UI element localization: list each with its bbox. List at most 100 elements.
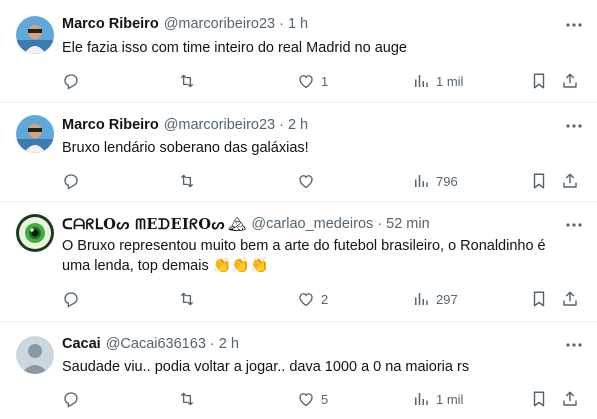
heart-icon bbox=[299, 175, 313, 189]
reply-button[interactable] bbox=[62, 170, 86, 192]
reply-button[interactable] bbox=[62, 70, 86, 92]
display-name[interactable]: Marco Ribeiro bbox=[62, 16, 159, 32]
separator-dot: · bbox=[279, 16, 284, 32]
tweet-actions: 5 1 mil bbox=[0, 388, 597, 410]
username[interactable]: @Cacai636163 bbox=[106, 336, 206, 352]
user-avatar[interactable] bbox=[16, 336, 54, 374]
bookmark-button[interactable] bbox=[531, 288, 547, 310]
bookmark-icon bbox=[533, 291, 545, 307]
reply-icon bbox=[64, 392, 78, 408]
retweet-button[interactable] bbox=[177, 70, 203, 92]
like-button[interactable]: 5 bbox=[297, 388, 328, 410]
view-count: 1 mil bbox=[436, 73, 464, 89]
tweet-actions: 1 1 mil bbox=[0, 70, 597, 92]
bookmark-button[interactable] bbox=[531, 388, 547, 410]
eye-avatar-icon bbox=[16, 214, 54, 252]
retweet-button[interactable] bbox=[177, 288, 203, 310]
share-button[interactable] bbox=[561, 388, 579, 410]
user-avatar[interactable] bbox=[16, 214, 54, 252]
like-button[interactable]: 1 bbox=[297, 70, 328, 92]
share-icon bbox=[563, 291, 577, 306]
reply-icon bbox=[64, 174, 78, 190]
views-button[interactable]: 297 bbox=[412, 288, 458, 310]
tweet-4[interactable]: Cacai @Cacai636163 · 2 h Saudade viu.. p… bbox=[0, 322, 597, 419]
retweet-icon bbox=[180, 392, 194, 406]
tweet-2[interactable]: Marco Ribeiro @marcoribeiro23 · 2 h Brux… bbox=[0, 103, 597, 202]
bookmark-icon bbox=[533, 391, 545, 407]
views-chart-icon bbox=[415, 75, 428, 87]
bookmark-button[interactable] bbox=[531, 70, 547, 92]
heart-icon bbox=[299, 293, 313, 307]
username[interactable]: @marcoribeiro23 bbox=[164, 117, 275, 133]
heart-icon bbox=[299, 393, 313, 407]
tweet-text: Ele fazia isso com time inteiro do real … bbox=[62, 40, 407, 56]
views-chart-icon bbox=[415, 175, 428, 187]
tweet-1[interactable]: Marco Ribeiro @marcoribeiro23 · 1 h Ele … bbox=[0, 0, 597, 103]
retweet-icon bbox=[180, 74, 194, 88]
mountain-emoji: 🏔 bbox=[227, 216, 247, 233]
timestamp[interactable]: 52 min bbox=[386, 216, 430, 232]
photo-avatar-icon bbox=[16, 16, 54, 54]
views-chart-icon bbox=[415, 393, 428, 405]
separator-dot: · bbox=[209, 336, 215, 352]
retweet-button[interactable] bbox=[177, 388, 203, 410]
tweet-header: ᑕᗩᖇᒪOᔕ ᗰEᗪEIᖇOᔕ 🏔 @carlao_medeiros · 52 … bbox=[62, 214, 430, 234]
view-count: 1 mil bbox=[436, 391, 464, 407]
bookmark-icon bbox=[533, 173, 545, 189]
reply-icon bbox=[64, 74, 78, 90]
more-dots-icon bbox=[566, 124, 582, 128]
views-button[interactable]: 796 bbox=[412, 170, 458, 192]
timestamp[interactable]: 2 h bbox=[288, 117, 308, 133]
user-avatar[interactable] bbox=[16, 115, 54, 153]
retweet-icon bbox=[180, 174, 194, 188]
tweet-text-body: O Bruxo representou muito bem a arte do … bbox=[62, 238, 546, 274]
default-avatar-icon bbox=[16, 336, 54, 374]
retweet-button[interactable] bbox=[177, 170, 203, 192]
more-options-button[interactable] bbox=[565, 117, 583, 135]
user-avatar[interactable] bbox=[16, 16, 54, 54]
separator-dot: · bbox=[377, 216, 383, 232]
more-options-button[interactable] bbox=[565, 16, 583, 34]
display-name[interactable]: Cacai bbox=[62, 336, 101, 352]
more-options-button[interactable] bbox=[565, 216, 583, 234]
share-button[interactable] bbox=[561, 70, 579, 92]
timestamp[interactable]: 1 h bbox=[288, 16, 308, 32]
tweet-3[interactable]: ᑕᗩᖇᒪOᔕ ᗰEᗪEIᖇOᔕ 🏔 @carlao_medeiros · 52 … bbox=[0, 202, 597, 322]
username[interactable]: @marcoribeiro23 bbox=[164, 16, 275, 32]
like-count: 2 bbox=[321, 291, 329, 307]
views-button[interactable]: 1 mil bbox=[412, 70, 463, 92]
username[interactable]: @carlao_medeiros bbox=[251, 216, 373, 232]
share-icon bbox=[563, 73, 577, 88]
tweet-actions: 796 bbox=[0, 170, 597, 192]
separator-dot: · bbox=[279, 117, 284, 133]
tweet-actions: 2 297 bbox=[0, 288, 597, 310]
share-icon bbox=[563, 173, 577, 188]
share-button[interactable] bbox=[561, 288, 579, 310]
reply-button[interactable] bbox=[62, 388, 86, 410]
tweet-text: Bruxo lendário soberano das galáxias! bbox=[62, 140, 309, 156]
like-button[interactable] bbox=[297, 170, 321, 192]
views-button[interactable]: 1 mil bbox=[412, 388, 463, 410]
more-options-button[interactable] bbox=[565, 336, 583, 354]
reply-button[interactable] bbox=[62, 288, 86, 310]
heart-icon bbox=[299, 75, 313, 89]
share-button[interactable] bbox=[561, 170, 579, 192]
more-dots-icon bbox=[566, 223, 582, 227]
bookmark-button[interactable] bbox=[531, 170, 547, 192]
tweet-text: O Bruxo representou muito bem a arte do … bbox=[62, 236, 575, 276]
tweet-header: Marco Ribeiro @marcoribeiro23 · 2 h bbox=[62, 115, 308, 135]
display-name[interactable]: Marco Ribeiro bbox=[62, 117, 159, 133]
like-button[interactable]: 2 bbox=[297, 288, 328, 310]
views-chart-icon bbox=[415, 293, 428, 305]
like-count: 1 bbox=[321, 73, 329, 89]
more-dots-icon bbox=[566, 23, 582, 27]
timestamp[interactable]: 2 h bbox=[219, 336, 239, 352]
reply-icon bbox=[64, 292, 78, 308]
view-count: 796 bbox=[436, 173, 458, 189]
share-icon bbox=[563, 391, 577, 406]
display-name[interactable]: ᑕᗩᖇᒪOᔕ ᗰEᗪEIᖇOᔕ bbox=[62, 216, 225, 233]
photo-avatar-icon bbox=[16, 115, 54, 153]
more-dots-icon bbox=[566, 343, 582, 347]
tweet-text: Saudade viu.. podia voltar a jogar.. dav… bbox=[62, 359, 470, 375]
retweet-icon bbox=[180, 292, 194, 306]
